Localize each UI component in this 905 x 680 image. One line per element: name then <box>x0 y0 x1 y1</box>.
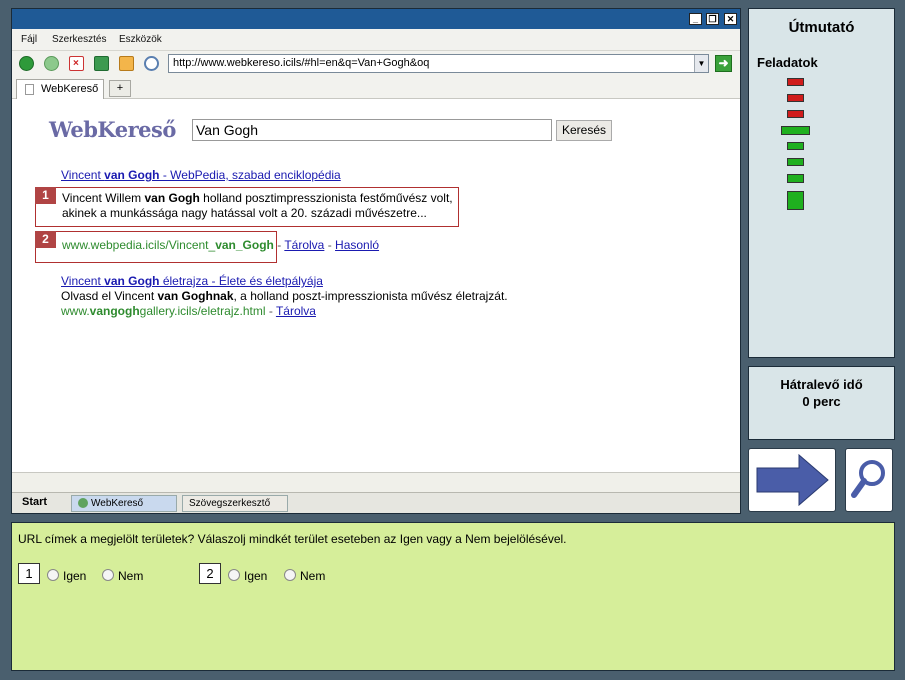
taskbar-item-webkereso[interactable]: WebKereső <box>71 495 177 512</box>
new-tab-button[interactable]: + <box>109 80 131 97</box>
start-button[interactable]: Start <box>22 496 47 508</box>
separator: - <box>324 238 336 252</box>
question-panel: URL címek a megjelölt területek? Válaszo… <box>11 522 895 671</box>
magnifier-icon <box>851 460 885 498</box>
task-indicator-6 <box>787 158 804 166</box>
status-bar <box>12 472 740 492</box>
result-2-url: www. <box>61 304 90 318</box>
search-button[interactable]: Keresés <box>556 120 612 141</box>
title-bar: _ ❐ ✕ <box>12 9 740 29</box>
task-indicator-1 <box>787 78 804 86</box>
result-2-url-rest: gallery.icils/eletrajz.html <box>139 304 266 318</box>
result-1-title[interactable]: Vincent van Gogh - WebPedia, szabad enci… <box>61 168 341 183</box>
address-text: http://www.webkereso.icils/#hl=en&q=Van+… <box>173 57 430 69</box>
result-1-url-line: www.webpedia.icils/Vincent_van_Gogh - Tá… <box>62 238 379 253</box>
close-button[interactable]: ✕ <box>724 13 737 25</box>
zoom-button[interactable] <box>845 448 893 512</box>
snippet-text: Vincent Willem <box>62 191 145 205</box>
search-input[interactable]: Van Gogh <box>192 119 552 141</box>
stop-icon[interactable]: × <box>69 56 84 71</box>
taskbar: Start WebKereső Szövegszerkesztő <box>12 492 740 513</box>
menu-edit[interactable]: Szerkesztés <box>52 34 106 45</box>
snippet-keyword: van Gogh <box>144 191 200 205</box>
question-item-2-number: 2 <box>199 563 221 584</box>
guide-title: Útmutató <box>788 19 855 36</box>
result-2-url-keyword: vangogh <box>89 304 140 318</box>
tab-webkereso[interactable]: WebKereső <box>16 79 104 99</box>
tab-bar: WebKereső + <box>12 77 740 99</box>
question-item-1-number: 1 <box>18 563 40 584</box>
task-indicator-5 <box>787 142 804 150</box>
taskbar-item-editor[interactable]: Szövegszerkesztő <box>182 495 288 512</box>
restore-button[interactable]: ❐ <box>706 13 719 25</box>
menu-file[interactable]: Fájl <box>21 34 37 45</box>
browser-icon <box>78 498 88 509</box>
forward-icon[interactable] <box>44 56 59 71</box>
result-2-title-part[interactable]: Vincent <box>61 274 104 288</box>
item-2-no-label[interactable]: Nem <box>300 569 325 583</box>
taskbar-item-label: Szövegszerkesztő <box>189 498 271 509</box>
address-dropdown-icon[interactable]: ▼ <box>694 55 708 72</box>
tab-label: WebKereső <box>41 83 99 95</box>
timer-label: Hátralevő idő <box>780 377 863 392</box>
result-2-title-rest[interactable]: életrajza - Élete és életpályája <box>160 274 323 288</box>
result-1-title-part[interactable]: Vincent <box>61 168 104 182</box>
item-2-no-radio[interactable] <box>284 569 296 581</box>
task-indicator-4-current <box>781 126 810 135</box>
menu-bar: Fájl Szerkesztés Eszközök <box>12 29 740 51</box>
result-2-title-keyword[interactable]: van Gogh <box>104 274 159 288</box>
task-indicator-2 <box>787 94 804 102</box>
item-2-yes-radio[interactable] <box>228 569 240 581</box>
question-text: URL címek a megjelölt területek? Válaszo… <box>18 532 567 546</box>
home-icon[interactable] <box>119 56 134 71</box>
task-indicator-7 <box>787 174 804 183</box>
minimize-button[interactable]: _ <box>689 13 702 25</box>
navigation-bar: × http://www.webkereso.icils/#hl=en&q=Va… <box>12 51 740 77</box>
arrow-right-icon <box>756 453 829 507</box>
task-indicator-3 <box>787 110 804 118</box>
taskbar-item-label: WebKereső <box>91 498 144 509</box>
item-1-yes-radio[interactable] <box>47 569 59 581</box>
search-logo: WebKereső <box>49 117 176 142</box>
item-2-yes-label[interactable]: Igen <box>244 569 267 583</box>
timer-value: 0 perc <box>802 394 841 409</box>
separator: - <box>265 304 276 318</box>
mark-number-1: 1 <box>35 187 56 204</box>
search-icon[interactable] <box>144 56 159 71</box>
result-2-snippet: Olvasd el Vincent van Goghnak, a holland… <box>61 289 508 304</box>
browser-window: _ ❐ ✕ Fájl Szerkesztés Eszközök × http:/… <box>11 8 741 514</box>
result-1-cache-link[interactable]: Tárolva <box>284 238 324 252</box>
go-button[interactable]: ➜ <box>715 55 732 72</box>
result-1-url-keyword: van_Gogh <box>215 238 274 252</box>
address-bar[interactable]: http://www.webkereso.icils/#hl=en&q=Van+… <box>168 54 709 73</box>
task-indicator-8 <box>787 191 804 210</box>
result-1-snippet-line2: akinek a munkássága nagy hatással volt a… <box>62 206 427 220</box>
result-1-snippet: Vincent Willem van Gogh holland posztimp… <box>62 191 453 206</box>
next-button[interactable] <box>748 448 836 512</box>
snippet-text-rest: holland posztimpresszionista festőművész… <box>199 191 453 205</box>
result-1-url: www.webpedia.icils/Vincent_ <box>62 238 216 252</box>
refresh-icon[interactable] <box>94 56 109 71</box>
timer-panel: Hátralevő idő 0 perc <box>748 366 895 440</box>
snippet-keyword: van Goghnak <box>157 289 234 303</box>
item-1-no-label[interactable]: Nem <box>118 569 143 583</box>
separator: - <box>273 238 285 252</box>
guide-panel: Útmutató Feladatok <box>748 8 895 358</box>
tasks-label: Feladatok <box>757 55 818 70</box>
item-1-yes-label[interactable]: Igen <box>63 569 86 583</box>
result-2-title[interactable]: Vincent van Gogh életrajza - Élete és él… <box>61 274 323 289</box>
item-1-no-radio[interactable] <box>102 569 114 581</box>
snippet-text: Olvasd el Vincent <box>61 289 158 303</box>
page-content: WebKereső Van Gogh Keresés Vincent van G… <box>12 100 740 472</box>
back-icon[interactable] <box>19 56 34 71</box>
page-icon <box>25 84 34 95</box>
result-1-title-keyword[interactable]: van Gogh <box>104 168 159 182</box>
menu-tools[interactable]: Eszközök <box>119 34 162 45</box>
result-1-title-rest[interactable]: - WebPedia, szabad enciklopédia <box>160 168 341 182</box>
result-1-similar-link[interactable]: Hasonló <box>335 238 379 252</box>
mark-number-2: 2 <box>35 231 56 248</box>
result-2-cache-link[interactable]: Tárolva <box>276 304 316 318</box>
snippet-text-rest: , a holland poszt-impresszionista művész… <box>233 289 508 303</box>
result-2-url-line: www.vangoghgallery.icils/eletrajz.html -… <box>61 304 316 319</box>
